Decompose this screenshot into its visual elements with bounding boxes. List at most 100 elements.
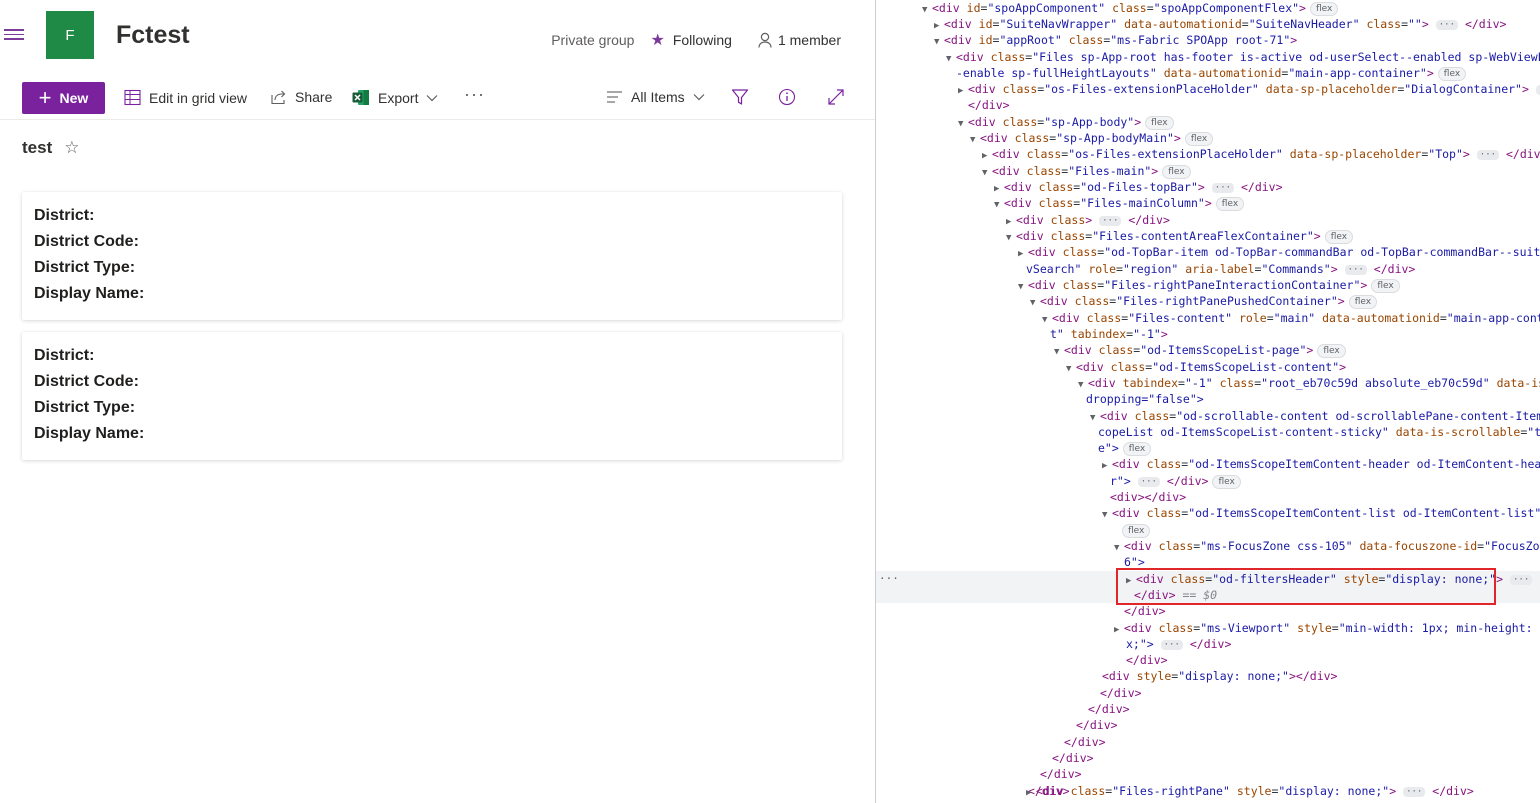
edit-in-grid-view-button[interactable]: Edit in grid view (124, 89, 247, 106)
following-button[interactable]: ★ Following (650, 30, 731, 50)
dom-node-line[interactable]: ▼ <div class="ms-FocusZone css-105" data-… (1114, 538, 1540, 554)
expand-triangle-open-icon[interactable]: ▼ (922, 2, 932, 18)
flex-badge[interactable]: flex (1324, 230, 1354, 244)
flex-badge[interactable]: flex (1437, 67, 1467, 81)
collapsed-content-ellipsis[interactable]: ··· (1099, 216, 1122, 226)
dom-node-line[interactable]: </div> (1040, 766, 1082, 782)
dom-node-line[interactable]: ▶ <div class="ms-Viewport" style="min-wid… (1114, 620, 1540, 636)
hamburger-menu-icon[interactable] (4, 26, 24, 44)
dom-node-line[interactable]: ▼ <div class="Files sp-App-root has-foote… (946, 49, 1540, 65)
dom-node-line[interactable]: ▼ <div class="Files-contentAreaFlexContai… (1006, 228, 1354, 246)
flex-badge[interactable]: flex (1122, 442, 1152, 456)
expand-triangle-open-icon[interactable]: ▼ (970, 132, 980, 148)
dom-node-line[interactable]: ▶ <div class="os-Files-extensionPlaceHold… (958, 81, 1540, 97)
collapsed-content-ellipsis[interactable]: ··· (1435, 20, 1458, 30)
dom-node-line[interactable]: </div> (1124, 603, 1166, 619)
collapsed-content-ellipsis[interactable]: ··· (1211, 183, 1235, 193)
dom-node-line[interactable]: ▼ <div class="od-ItemsScopeList-content"> (1066, 359, 1346, 375)
expand-triangle-open-icon[interactable]: ▼ (982, 165, 992, 181)
flex-badge[interactable]: flex (1162, 165, 1191, 179)
share-button[interactable]: Share (270, 89, 332, 105)
flex-badge[interactable]: flex (1122, 524, 1151, 538)
expand-triangle-open-icon[interactable]: ▼ (946, 51, 956, 67)
dom-node-line[interactable]: x;"> ··· </div> (1126, 636, 1231, 652)
dom-node-line[interactable]: -enable sp-fullHeightLayouts" data-autom… (956, 65, 1467, 81)
dom-node-line[interactable]: ▼ <div class="Files-mainColumn"> flex (994, 195, 1245, 213)
dom-node-line[interactable]: ▶ <div class="od-TopBar-item od-TopBar-co… (1018, 244, 1540, 260)
dom-node-line[interactable]: ▼ <div class="sp-App-bodyMain"> flex (970, 130, 1214, 148)
dom-node-line[interactable]: </div> (1088, 701, 1130, 717)
flex-badge[interactable]: flex (1215, 197, 1245, 211)
dom-node-line[interactable]: ▼ <div class="sp-App-body"> flex (958, 114, 1174, 130)
node-actions-ellipsis[interactable]: ··· (879, 572, 899, 585)
expand-triangle-closed-icon[interactable]: ▶ (982, 148, 992, 164)
dom-node-line[interactable]: flex (1118, 522, 1151, 538)
export-button[interactable]: Export (352, 89, 438, 106)
new-button[interactable]: + New (22, 82, 105, 114)
expand-triangle-closed-icon[interactable]: ▶ (1026, 785, 1036, 801)
dom-node-line[interactable]: ▼ <div class="od-ItemsScopeList-page"> fle… (1054, 342, 1346, 358)
dom-node-line[interactable]: ▼ <div class="Files-rightPanePushedContai… (1030, 293, 1378, 311)
filter-icon[interactable] (731, 88, 749, 111)
list-item-card[interactable]: District: District Code: District Type: … (22, 332, 842, 460)
dom-node-line[interactable]: </div> (1126, 652, 1168, 668)
favorite-star-icon[interactable]: ☆ (64, 138, 79, 158)
dom-node-line[interactable]: ▶ <div id="SuiteNavWrapper" data-automati… (934, 16, 1506, 32)
collapsed-content-ellipsis[interactable]: ··· (1344, 265, 1367, 275)
dom-node-line[interactable]: ▼ <div class="Files-rightPaneInteractionC… (1018, 277, 1400, 293)
dom-node-line[interactable]: t" tabindex="-1"> (1050, 326, 1168, 342)
expand-icon[interactable] (827, 88, 845, 111)
expand-triangle-open-icon[interactable]: ▼ (958, 116, 968, 132)
dom-node-line[interactable]: ▼ <div class="od-scrollable-content od-sc… (1090, 408, 1540, 424)
expand-triangle-open-icon[interactable]: ▼ (1114, 540, 1124, 556)
list-item-card[interactable]: District: District Code: District Type: … (22, 192, 842, 320)
expand-triangle-closed-icon[interactable]: ▶ (1018, 246, 1028, 262)
expand-triangle-closed-icon[interactable]: ▶ (958, 83, 968, 99)
expand-triangle-open-icon[interactable]: ▼ (1102, 507, 1112, 523)
collapsed-content-ellipsis[interactable]: ··· (1160, 640, 1183, 650)
expand-triangle-closed-icon[interactable]: ▶ (1102, 458, 1112, 474)
flex-badge[interactable]: flex (1212, 475, 1241, 489)
flex-badge[interactable]: flex (1317, 344, 1346, 358)
collapsed-content-ellipsis[interactable]: ··· (1137, 477, 1160, 487)
dom-node-line[interactable]: <div style="display: none;"></div> (1102, 668, 1337, 684)
dom-node-line[interactable]: ▼ <div tabindex="-1" class="root_eb70c59d… (1078, 375, 1540, 391)
dom-node-line[interactable]: dropping="false"> (1086, 391, 1204, 407)
dom-node-line[interactable]: e"> flex (1098, 440, 1152, 456)
dom-node-line[interactable]: ▶ <div class="Files-rightPane" style="dis… (1026, 783, 1474, 799)
members-button[interactable]: 1 member (758, 32, 841, 48)
view-switcher[interactable]: All Items (606, 89, 705, 105)
expand-triangle-open-icon[interactable]: ▼ (934, 34, 944, 50)
dom-node-line[interactable]: </div> (1100, 685, 1142, 701)
expand-triangle-open-icon[interactable]: ▼ (1018, 279, 1028, 295)
dom-node-line[interactable]: ▶ <div class="od-ItemsScopeItemContent-he… (1102, 456, 1540, 472)
flex-badge[interactable]: flex (1371, 279, 1400, 293)
flex-badge[interactable]: flex (1309, 2, 1339, 16)
flex-badge[interactable]: flex (1184, 132, 1214, 146)
expand-triangle-open-icon[interactable]: ▼ (1006, 230, 1016, 246)
dom-node-line[interactable]: </div> (1076, 717, 1118, 733)
expand-triangle-closed-icon[interactable]: ▶ (1114, 622, 1124, 638)
site-logo[interactable]: F (46, 11, 94, 59)
info-icon[interactable] (778, 88, 796, 111)
dom-node-line[interactable]: ▶ <div class> ··· </div> (1006, 212, 1170, 228)
expand-triangle-open-icon[interactable]: ▼ (994, 197, 1004, 213)
dom-node-line[interactable]: ▼ <div class="Files-main"> flex (982, 163, 1191, 179)
collapsed-content-ellipsis[interactable]: ··· (1476, 150, 1500, 160)
dom-node-line[interactable]: ▼ <div class="od-ItemsScopeItemContent-li… (1102, 505, 1540, 521)
dom-node-line[interactable]: r"> ··· </div> flex (1110, 473, 1241, 489)
dom-node-line[interactable]: </div> (1052, 750, 1094, 766)
expand-triangle-open-icon[interactable]: ▼ (1054, 344, 1064, 360)
dom-node-line[interactable]: </div> (968, 97, 1010, 113)
dom-node-line[interactable]: ▶ <div class="os-Files-extensionPlaceHold… (982, 146, 1540, 162)
flex-badge[interactable]: flex (1145, 116, 1174, 130)
collapsed-content-ellipsis[interactable]: ··· (1403, 787, 1426, 797)
dom-node-line[interactable]: ▼ <div id="appRoot" class="ms-Fabric SPOA… (934, 32, 1297, 48)
site-title[interactable]: Fctest (116, 21, 190, 50)
devtools-elements-panel[interactable]: ··· ▼ <div id="spoAppComponent" class="sp… (875, 0, 1540, 803)
dom-node-line[interactable]: ▼ <div class="Files-content" role="main" … (1042, 310, 1540, 326)
dom-node-line[interactable]: ▼ <div id="spoAppComponent" class="spoApp… (922, 0, 1339, 18)
more-actions-button[interactable]: ··· (464, 84, 485, 105)
flex-badge[interactable]: flex (1348, 295, 1378, 309)
expand-triangle-open-icon[interactable]: ▼ (1030, 295, 1040, 311)
